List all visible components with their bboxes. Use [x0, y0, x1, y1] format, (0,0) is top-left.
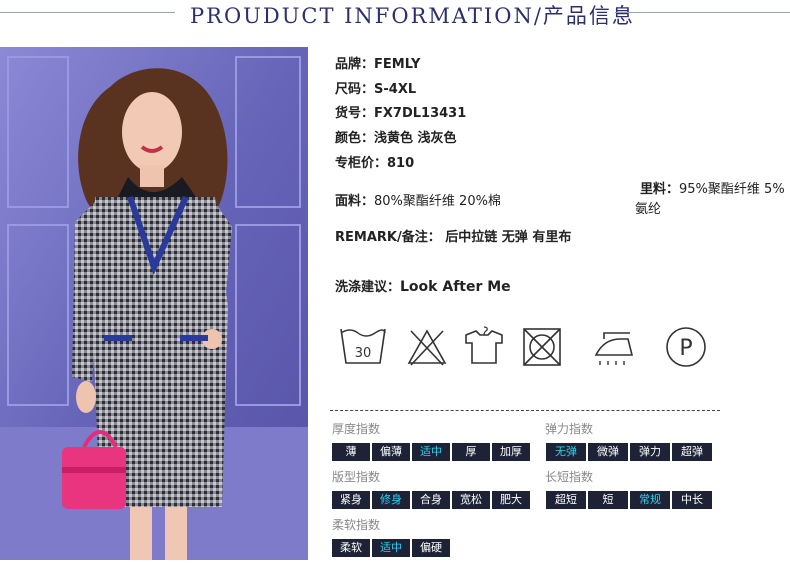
fabric-key: 面料：: [335, 194, 375, 209]
softness-option: 偏硬: [412, 539, 450, 557]
wash-30-icon: 30: [338, 325, 388, 369]
spec-fabric: 面料：80%聚酯纤维 20%棉: [335, 190, 501, 209]
softness-option-selected: 适中: [372, 539, 410, 557]
thickness-option: 加厚: [492, 443, 530, 461]
spec-remark: REMARK/备注： 后中拉链 无弹 有里布: [335, 226, 571, 245]
spec-value: FEMLY: [374, 57, 421, 72]
elasticity-option: 弹力: [630, 443, 670, 461]
spec-lining: 里料：95%聚酯纤维 5%氨纶: [635, 180, 790, 220]
length-title: 长短指数: [545, 470, 594, 484]
length-option-selected: 常规: [630, 491, 670, 509]
svg-text:P: P: [679, 336, 692, 361]
spec-key: 货号：: [335, 106, 375, 121]
spec-key: 专柜价：: [335, 156, 388, 171]
thickness-option: 厚: [452, 443, 490, 461]
spec-value: FX7DL13431: [374, 106, 467, 121]
length-option: 中长: [672, 491, 712, 509]
spec-value: 810: [387, 156, 415, 171]
remark-key: REMARK/备注：: [335, 230, 441, 245]
spec-size: 尺码：S-4XL: [335, 78, 416, 97]
dry-clean-icon: P: [662, 325, 712, 369]
length-option: 短: [588, 491, 628, 509]
section-title: PROUDUCT INFORMATION/产品信息: [190, 4, 635, 28]
thickness-option: 偏薄: [372, 443, 410, 461]
softness-options: 柔软 适中 偏硬: [332, 539, 450, 557]
spec-value: S-4XL: [374, 82, 417, 97]
spec-key: 品牌：: [335, 57, 375, 72]
product-photo: [0, 47, 308, 560]
length-options: 超短 短 常规 中长: [546, 491, 712, 509]
no-bleach-icon: [405, 325, 455, 369]
svg-text:30: 30: [355, 346, 372, 361]
fabric-value: 80%聚酯纤维 20%棉: [374, 194, 501, 209]
wash-value: Look After Me: [400, 279, 511, 295]
elasticity-option: 超弹: [672, 443, 712, 461]
header-divider-right: [615, 12, 790, 13]
thickness-option: 薄: [332, 443, 370, 461]
wash-key: 洗涤建议：: [335, 280, 401, 295]
thickness-options: 薄 偏薄 适中 厚 加厚: [332, 443, 530, 461]
lining-key: 里料：: [640, 182, 680, 197]
spec-key: 尺码：: [335, 82, 375, 97]
spec-brand: 品牌：FEMLY: [335, 53, 420, 72]
fit-option: 宽松: [452, 491, 490, 509]
section-divider: [330, 410, 720, 411]
softness-title: 柔软指数: [332, 518, 381, 532]
fit-option: 合身: [412, 491, 450, 509]
fit-options: 紧身 修身 合身 宽松 肥大: [332, 491, 530, 509]
spec-price: 专柜价：810: [335, 152, 414, 171]
fit-option: 紧身: [332, 491, 370, 509]
header-divider-left: [0, 12, 175, 13]
spec-wash: 洗涤建议：Look After Me: [335, 276, 511, 295]
thickness-option-selected: 适中: [412, 443, 450, 461]
hang-dry-icon: [462, 325, 512, 369]
remark-value: 后中拉链 无弹 有里布: [445, 230, 572, 245]
elasticity-option-selected: 无弹: [546, 443, 586, 461]
fit-option: 肥大: [492, 491, 530, 509]
length-option: 超短: [546, 491, 586, 509]
elasticity-title: 弹力指数: [545, 422, 594, 436]
spec-value: 浅黄色 浅灰色: [374, 131, 457, 146]
fit-option-selected: 修身: [372, 491, 410, 509]
softness-option: 柔软: [332, 539, 370, 557]
fit-title: 版型指数: [332, 470, 381, 484]
elasticity-options: 无弹 微弹 弹力 超弹: [546, 443, 712, 461]
spec-key: 颜色：: [335, 131, 375, 146]
no-tumble-dry-icon: [520, 325, 570, 369]
iron-icon: [590, 325, 640, 369]
elasticity-option: 微弹: [588, 443, 628, 461]
section-header: PROUDUCT INFORMATION/产品信息: [0, 0, 790, 30]
spec-item-number: 货号：FX7DL13431: [335, 102, 466, 121]
spec-color: 颜色：浅黄色 浅灰色: [335, 127, 457, 146]
thickness-title: 厚度指数: [332, 422, 381, 436]
